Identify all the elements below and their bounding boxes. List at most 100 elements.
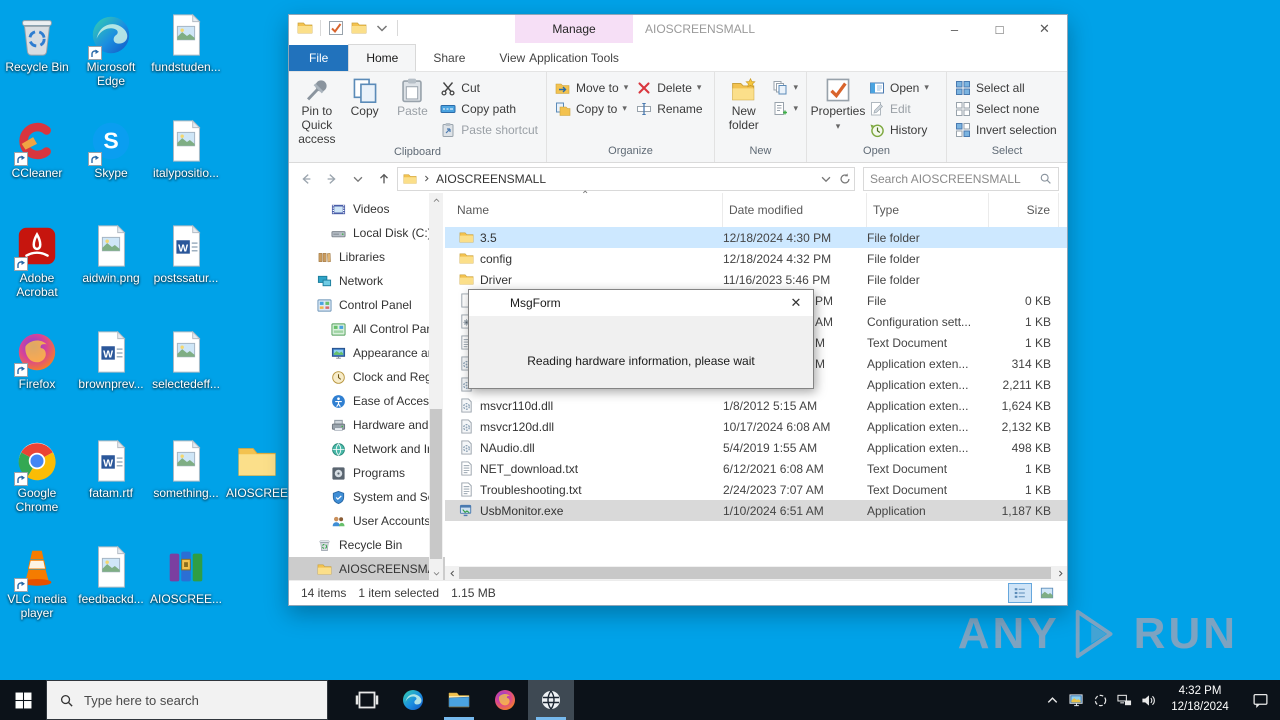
- forward-button[interactable]: [319, 167, 345, 191]
- breadcrumb-path[interactable]: AIOSCREENSMALL: [436, 172, 546, 186]
- desktop-icon-adobe-acrobat[interactable]: Adobe Acrobat: [0, 223, 74, 300]
- task-view-button[interactable]: [344, 680, 390, 720]
- cut-button[interactable]: Cut: [436, 77, 542, 98]
- file-row-msvcr120d-dll[interactable]: msvcr120d.dll10/17/2024 6:08 AMApplicati…: [445, 416, 1067, 437]
- desktop-icon-something[interactable]: something...: [149, 438, 223, 501]
- copy-to-button[interactable]: Copy to ▾: [551, 98, 632, 119]
- desktop-icon-italypositio[interactable]: italypositio...: [149, 118, 223, 181]
- copy-path-button[interactable]: Copy path: [436, 98, 542, 119]
- sidebar-item-recycle-bin[interactable]: Recycle Bin: [289, 533, 445, 557]
- tab-share[interactable]: Share: [416, 45, 482, 71]
- sidebar-scrollbar[interactable]: [429, 193, 443, 580]
- desktop-icon-firefox[interactable]: Firefox: [0, 329, 74, 392]
- select-none-button[interactable]: Select none: [951, 98, 1061, 119]
- file-row-net-download-txt[interactable]: NET_download.txt6/12/2021 6:08 AMText Do…: [445, 458, 1067, 479]
- address-dropdown-icon[interactable]: [819, 172, 833, 186]
- desktop-icon-brownprev[interactable]: Wbrownprev...: [74, 329, 148, 392]
- maximize-button[interactable]: □: [977, 15, 1022, 43]
- sidebar-item-network-and-ir[interactable]: Network and Ir: [289, 437, 445, 461]
- sidebar-item-clock-and-regi[interactable]: Clock and Regi: [289, 365, 445, 389]
- paste-shortcut-button[interactable]: Paste shortcut: [436, 119, 542, 140]
- sidebar-item-user-accounts[interactable]: User Accounts: [289, 509, 445, 533]
- taskbar-firefox-button[interactable]: [482, 680, 528, 720]
- recent-locations-button[interactable]: [345, 167, 371, 191]
- refresh-icon[interactable]: [838, 172, 852, 186]
- scroll-left-icon[interactable]: [445, 566, 459, 580]
- sidebar-item-all-control-par[interactable]: All Control Par: [289, 317, 445, 341]
- column-header-date-modified[interactable]: Date modified: [723, 193, 867, 227]
- qat-customize-chevron-icon[interactable]: [374, 20, 390, 36]
- close-button[interactable]: ✕: [1022, 15, 1067, 43]
- delete-button[interactable]: Delete ▾: [632, 77, 706, 98]
- search-input[interactable]: Search AIOSCREENSMALL: [863, 167, 1059, 191]
- open-button[interactable]: Open ▾: [865, 77, 933, 98]
- column-header-size[interactable]: Size: [989, 193, 1059, 227]
- scrollbar-thumb[interactable]: [430, 409, 442, 559]
- tab-file[interactable]: File: [289, 45, 348, 71]
- desktop-icon-aioscree[interactable]: AIOSCREE...: [149, 544, 223, 607]
- select-all-button[interactable]: Select all: [951, 77, 1061, 98]
- scroll-down-icon[interactable]: [429, 566, 443, 580]
- taskbar-search-input[interactable]: Type here to search: [46, 680, 328, 720]
- easy-access-button[interactable]: ▾: [768, 98, 802, 119]
- address-box[interactable]: AIOSCREENSMALL: [397, 167, 855, 191]
- scroll-right-icon[interactable]: [1053, 566, 1067, 580]
- desktop-icon-postssatur[interactable]: Wpostssatur...: [149, 223, 223, 286]
- desktop-icon-ccleaner[interactable]: CCleaner: [0, 118, 74, 181]
- history-button[interactable]: History: [865, 119, 933, 140]
- taskbar-active-app-button[interactable]: [528, 680, 574, 720]
- sidebar-item-videos[interactable]: Videos: [289, 197, 445, 221]
- manage-contextual-tab[interactable]: Manage: [515, 15, 633, 43]
- rename-button[interactable]: Rename: [632, 98, 706, 119]
- scroll-up-icon[interactable]: [429, 193, 443, 207]
- file-row-naudio-dll[interactable]: NAudio.dll5/4/2019 1:55 AMApplication ex…: [445, 437, 1067, 458]
- sidebar-item-libraries[interactable]: Libraries: [289, 245, 445, 269]
- tab-application-tools[interactable]: Application Tools: [515, 45, 633, 71]
- sidebar-item-ease-of-access[interactable]: Ease of Access: [289, 389, 445, 413]
- desktop-icon-fatam-rtf[interactable]: Wfatam.rtf: [74, 438, 148, 501]
- column-header-type[interactable]: Type: [867, 193, 989, 227]
- desktop-icon-fundstuden[interactable]: fundstuden...: [149, 12, 223, 75]
- sidebar-item-appearance-an[interactable]: Appearance an: [289, 341, 445, 365]
- action-center-button[interactable]: [1240, 692, 1280, 709]
- desktop-icon-selectedeff[interactable]: selectedeff...: [149, 329, 223, 392]
- edit-button[interactable]: Edit: [865, 98, 933, 119]
- move-to-button[interactable]: Move to ▾: [551, 77, 632, 98]
- taskbar-explorer-button[interactable]: [436, 680, 482, 720]
- network-status-button[interactable]: [1112, 680, 1136, 720]
- sidebar-item-hardware-and[interactable]: Hardware and: [289, 413, 445, 437]
- title-bar[interactable]: Manage AIOSCREENSMALL – □ ✕: [289, 15, 1067, 43]
- copy-button[interactable]: Copy: [341, 74, 389, 146]
- horizontal-scrollbar[interactable]: [445, 566, 1067, 580]
- pin-to-quick-access-button[interactable]: Pin to Quick access: [293, 74, 341, 146]
- sidebar-item-aioscreensma[interactable]: AIOSCREENSMA: [289, 557, 445, 580]
- qat-properties-icon[interactable]: [328, 20, 344, 36]
- tab-home[interactable]: Home: [348, 44, 416, 71]
- invert-selection-button[interactable]: Invert selection: [951, 119, 1061, 140]
- file-row-troubleshooting-txt[interactable]: Troubleshooting.txt2/24/2023 7:07 AMText…: [445, 479, 1067, 500]
- sidebar-item-network[interactable]: Network: [289, 269, 445, 293]
- desktop-icon-feedbackd[interactable]: feedbackd...: [74, 544, 148, 607]
- sidebar-item-system-and-se[interactable]: System and Se: [289, 485, 445, 509]
- paste-button[interactable]: Paste: [389, 74, 437, 146]
- desktop-icon-aidwin-png[interactable]: aidwin.png: [74, 223, 148, 286]
- qat-newfolder-icon[interactable]: [351, 20, 367, 36]
- sidebar-item-programs[interactable]: Programs: [289, 461, 445, 485]
- column-header-name[interactable]: Name ⌃: [451, 193, 723, 227]
- file-row-driver[interactable]: Driver11/16/2023 5:46 PMFile folder: [445, 269, 1067, 290]
- thumbnails-view-button[interactable]: [1035, 583, 1059, 603]
- up-button[interactable]: [371, 167, 397, 191]
- scrollbar-thumb[interactable]: [459, 567, 1051, 579]
- tray-app-button[interactable]: [1088, 680, 1112, 720]
- start-button[interactable]: [0, 680, 46, 720]
- new-item-button[interactable]: ▾: [768, 77, 802, 98]
- hidden-icons-button[interactable]: [1040, 680, 1064, 720]
- minimize-button[interactable]: –: [932, 15, 977, 43]
- desktop-icon-recycle-bin[interactable]: Recycle Bin: [0, 12, 74, 75]
- new-folder-button[interactable]: New folder: [719, 74, 768, 145]
- desktop-icon-skype[interactable]: SSkype: [74, 118, 148, 181]
- volume-button[interactable]: [1136, 680, 1160, 720]
- sidebar-item-local-disk-c[interactable]: Local Disk (C:): [289, 221, 445, 245]
- dialog-title-bar[interactable]: MsgForm ✕: [469, 290, 813, 316]
- taskbar-clock[interactable]: 4:32 PM 12/18/2024: [1160, 684, 1240, 715]
